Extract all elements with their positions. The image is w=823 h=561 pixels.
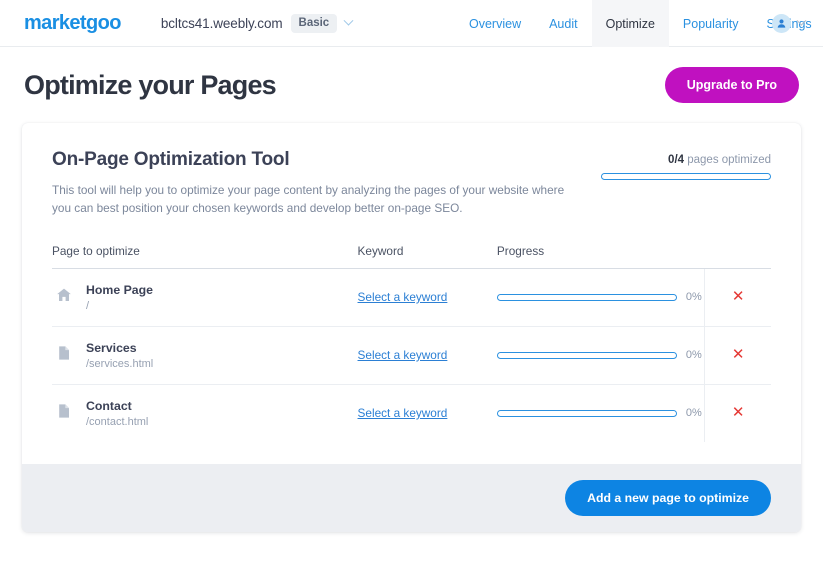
row-progress-bar bbox=[496, 409, 677, 417]
nav-item-audit[interactable]: Audit bbox=[535, 0, 592, 47]
page-path: / bbox=[86, 299, 90, 312]
site-name: bcltcs41.weebly.com bbox=[160, 15, 283, 31]
page-cell: Contact/contact.html bbox=[52, 384, 358, 442]
plan-badge: Basic bbox=[290, 13, 338, 33]
page-path: /contact.html bbox=[86, 415, 149, 428]
document-icon bbox=[59, 345, 69, 360]
tool-intro: On-Page Optimization Tool This tool will… bbox=[52, 149, 582, 218]
main-navigation: Overview Audit Optimize Popularity Setti… bbox=[455, 0, 823, 47]
home-icon bbox=[56, 287, 72, 308]
user-icon bbox=[777, 19, 786, 28]
user-menu[interactable] bbox=[772, 0, 807, 47]
card-body: On-Page Optimization Tool This tool will… bbox=[22, 123, 801, 442]
avatar[interactable] bbox=[772, 14, 791, 33]
marketgoo-logo[interactable]: marketgoo bbox=[24, 12, 121, 35]
column-header-keyword: Keyword bbox=[357, 243, 497, 269]
upgrade-to-pro-button[interactable]: Upgrade to Pro bbox=[664, 67, 799, 103]
delete-page-icon[interactable]: ✕ bbox=[732, 405, 745, 420]
page-title-bar: Optimize your Pages Upgrade to Pro bbox=[0, 47, 823, 123]
chevron-down-icon[interactable] bbox=[796, 15, 807, 26]
nav-item-popularity[interactable]: Popularity bbox=[669, 0, 753, 47]
table-header-row: Page to optimize Keyword Progress bbox=[52, 243, 771, 269]
tool-description: This tool will help you to optimize your… bbox=[52, 183, 565, 216]
optimization-tool-card: On-Page Optimization Tool This tool will… bbox=[22, 123, 801, 532]
row-progress-bar bbox=[496, 293, 677, 301]
add-new-page-button[interactable]: Add a new page to optimize bbox=[565, 479, 771, 516]
row-progress-bar bbox=[496, 351, 677, 359]
table-row: Services/services.html Select a keyword 0%… bbox=[52, 326, 771, 385]
pages-table-body: Home Page / Select a keyword 0% ✕ Services/se… bbox=[52, 268, 771, 442]
optimized-count-text: 0/4 pages optimized bbox=[601, 154, 771, 166]
select-keyword-link[interactable]: Select a keyword bbox=[358, 290, 448, 304]
pages-table-head: Page to optimize Keyword Progress bbox=[52, 243, 771, 269]
card-container: On-Page Optimization Tool This tool will… bbox=[0, 123, 823, 532]
page-name: Services bbox=[86, 340, 137, 355]
keyword-cell: Select a keyword bbox=[357, 268, 497, 327]
delete-page-icon[interactable]: ✕ bbox=[732, 347, 745, 362]
home-icon bbox=[57, 288, 71, 301]
keyword-cell: Select a keyword bbox=[358, 384, 497, 442]
column-header-page: Page to optimize bbox=[52, 243, 358, 269]
page-cell: Services/services.html bbox=[52, 326, 358, 385]
table-row: Home Page / Select a keyword 0% ✕ bbox=[52, 268, 771, 327]
overall-progress-bar bbox=[601, 173, 771, 180]
page-path: /services.html bbox=[86, 357, 154, 370]
card-header: On-Page Optimization Tool This tool will… bbox=[52, 149, 771, 218]
page-name: Home Page bbox=[86, 282, 153, 297]
column-header-progress: Progress bbox=[496, 243, 705, 269]
delete-page-icon[interactable]: ✕ bbox=[732, 289, 745, 304]
delete-cell: ✕ bbox=[704, 326, 771, 385]
keyword-cell: Select a keyword bbox=[357, 326, 497, 385]
optimized-count-value: 0/4 bbox=[668, 154, 685, 166]
delete-cell: ✕ bbox=[704, 384, 771, 442]
select-keyword-link[interactable]: Select a keyword bbox=[358, 406, 448, 420]
nav-item-optimize[interactable]: Optimize bbox=[591, 0, 669, 47]
chevron-down-icon[interactable] bbox=[343, 15, 354, 26]
page-title: Optimize your Pages bbox=[24, 69, 277, 100]
optimized-summary: 0/4 pages optimized bbox=[601, 149, 771, 180]
delete-cell: ✕ bbox=[704, 268, 771, 327]
pages-table: Page to optimize Keyword Progress Home P… bbox=[52, 243, 771, 442]
column-header-actions bbox=[704, 243, 771, 269]
document-icon bbox=[56, 403, 72, 424]
select-keyword-link[interactable]: Select a keyword bbox=[358, 348, 448, 362]
app-header: marketgoo bcltcs41.weebly.com Basic Over… bbox=[0, 0, 823, 47]
table-row: Contact/contact.html Select a keyword 0% ✕ bbox=[52, 384, 771, 442]
document-icon bbox=[59, 403, 69, 418]
page-name: Contact bbox=[86, 398, 132, 413]
progress-percent: 0% bbox=[685, 349, 702, 362]
progress-percent: 0% bbox=[685, 407, 702, 420]
card-footer: Add a new page to optimize bbox=[22, 463, 801, 532]
nav-item-overview[interactable]: Overview bbox=[455, 0, 535, 47]
optimized-count-suffix: pages optimized bbox=[684, 154, 771, 166]
progress-cell: 0% bbox=[496, 384, 705, 442]
tool-title: On-Page Optimization Tool bbox=[52, 149, 290, 170]
progress-cell: 0% bbox=[496, 326, 705, 385]
progress-cell: 0% bbox=[496, 268, 705, 327]
site-selector[interactable]: bcltcs41.weebly.com Basic bbox=[160, 13, 354, 33]
page-cell: Home Page / bbox=[52, 268, 358, 327]
progress-percent: 0% bbox=[685, 291, 702, 304]
document-icon bbox=[56, 345, 72, 366]
